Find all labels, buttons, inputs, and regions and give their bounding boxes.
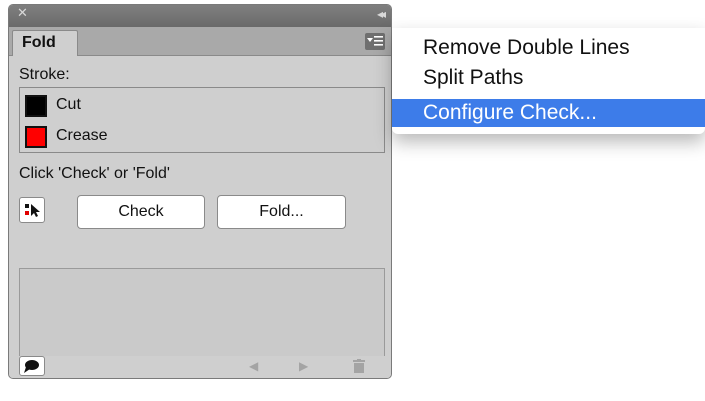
- instruction-text: Click 'Check' or 'Fold': [19, 165, 170, 182]
- stroke-row-cut[interactable]: Cut: [20, 90, 384, 120]
- panel-flyout-menu: Remove Double Lines Split Paths Configur…: [392, 28, 705, 134]
- trash-icon[interactable]: [353, 359, 365, 376]
- collapse-icon[interactable]: ◂◂: [377, 7, 386, 21]
- stroke-name-cut: Cut: [56, 96, 81, 113]
- select-tool-button[interactable]: [19, 197, 45, 223]
- menu-item-split-paths[interactable]: Split Paths: [392, 64, 705, 92]
- stroke-name-crease: Crease: [56, 127, 108, 144]
- stroke-swatch-cut: [25, 95, 47, 117]
- speech-button[interactable]: [19, 356, 45, 376]
- panel-titlebar[interactable]: ✕ ◂◂: [9, 5, 391, 28]
- speech-bubble-icon: [24, 360, 39, 373]
- close-icon[interactable]: ✕: [17, 7, 31, 21]
- panel-bottom-bar: ◀ ▶: [9, 356, 391, 378]
- stroke-swatch-crease: [25, 126, 47, 148]
- panel-menu-button[interactable]: [365, 33, 385, 50]
- panel-menu-icon: [367, 36, 383, 46]
- fold-button[interactable]: Fold...: [217, 195, 346, 229]
- fold-panel: ✕ ◂◂ Fold Stroke: Cut Crease Click 'Chec…: [8, 4, 392, 379]
- next-arrow-icon[interactable]: ▶: [299, 359, 308, 373]
- tab-fold[interactable]: Fold: [12, 30, 78, 56]
- stroke-row-crease[interactable]: Crease: [20, 121, 384, 151]
- stroke-list: Cut Crease: [19, 87, 385, 153]
- panel-tab-row: Fold: [9, 27, 391, 56]
- menu-item-remove-double-lines[interactable]: Remove Double Lines: [392, 34, 705, 62]
- menu-item-configure-check[interactable]: Configure Check...: [392, 99, 705, 127]
- select-tool-icon: [25, 204, 40, 217]
- stroke-label: Stroke:: [19, 66, 70, 83]
- previous-arrow-icon[interactable]: ◀: [249, 359, 258, 373]
- check-button[interactable]: Check: [77, 195, 205, 229]
